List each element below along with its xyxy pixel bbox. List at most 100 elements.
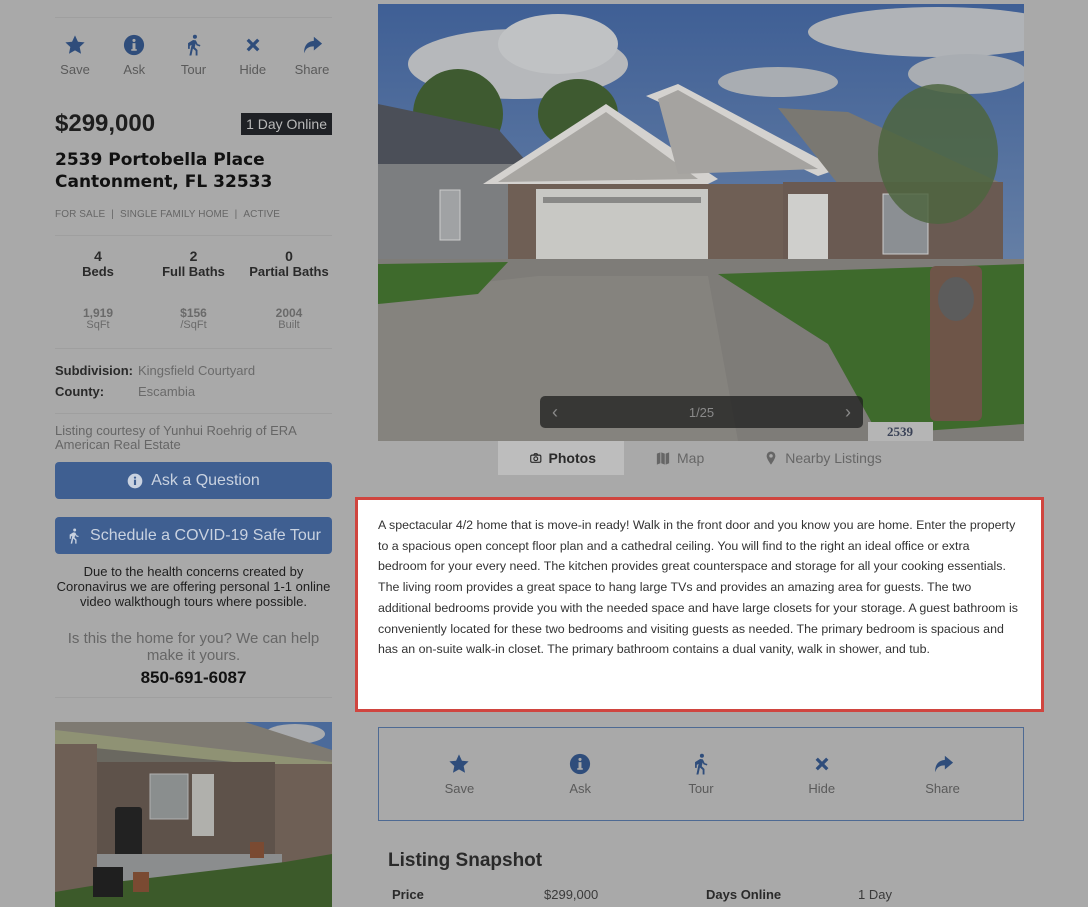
hide-label: Hide [808, 780, 836, 796]
stat-label: Built [278, 319, 300, 331]
action-bar: Save Ask Tour Hide Share [55, 34, 332, 77]
share-button[interactable]: Share [913, 753, 973, 796]
listing-tags: FOR SALE | SINGLE FAMILY HOME | ACTIVE [55, 209, 280, 220]
share-icon [934, 755, 953, 772]
map-pin-icon [766, 451, 776, 465]
save-label: Save [60, 62, 90, 77]
secondary-stats: 1,919 SqFt $156 /SqFt 2004 Built [55, 307, 332, 331]
divider [55, 235, 332, 236]
listing-photo: 2539 [378, 4, 1024, 441]
subdivision-value: Kingsfield Courtyard [138, 363, 256, 378]
listing-address: 2539 Portobella Place Cantonment, FL 325… [55, 149, 332, 193]
photo-pager: ‹ 1/25 › [540, 396, 863, 428]
subdivision-label: Subdivision: [55, 363, 133, 378]
tag-type: SINGLE FAMILY HOME [119, 209, 229, 220]
stat-label: /SqFt [180, 319, 207, 331]
tab-map-label: Map [677, 450, 705, 466]
divider [55, 413, 332, 414]
media-tabs: Photos Map Nearby Listings [498, 441, 910, 475]
price-row: $299,000 1 Day Online [55, 110, 332, 138]
stat-value: $156 [180, 306, 207, 320]
info-icon [124, 34, 145, 56]
tour-label: Tour [180, 62, 207, 77]
stat-value: 0 [285, 248, 293, 264]
tag-state: ACTIVE [243, 209, 281, 220]
stat-label: SqFt [86, 319, 110, 331]
share-icon [304, 36, 323, 54]
photo-gallery[interactable]: 2539 ‹ 1/25 › [378, 4, 1024, 441]
patio-photo-thumbnail[interactable] [55, 722, 332, 907]
tab-map[interactable]: Map [624, 441, 732, 475]
hide-button[interactable]: Hide [792, 753, 852, 796]
hide-label: Hide [239, 62, 267, 77]
ask-question-label: Ask a Question [151, 471, 260, 489]
curb-address-number: 2539 [887, 424, 914, 439]
camera-icon [530, 453, 542, 463]
subdivision-row: Subdivision: Kingsfield Courtyard [55, 363, 255, 378]
divider [55, 17, 332, 18]
listing-description: A spectacular 4/2 home that is move-in r… [355, 497, 1044, 712]
days-online-badge: 1 Day Online [241, 113, 332, 135]
stat-label: Beds [82, 264, 114, 279]
close-icon [815, 757, 829, 770]
ask-label: Ask [123, 62, 146, 77]
save-button[interactable]: Save [429, 753, 489, 796]
hide-button[interactable]: Hide [233, 34, 273, 77]
tab-photos[interactable]: Photos [498, 441, 624, 475]
schedule-tour-button[interactable]: Schedule a COVID-19 Safe Tour [55, 517, 332, 554]
share-button[interactable]: Share [292, 34, 332, 77]
help-text: Is this the home for you? We can help ma… [67, 630, 320, 664]
stat-price-per-sqft: $156 /SqFt [151, 307, 237, 331]
stat-label: Full Baths [162, 264, 225, 279]
schedule-tour-label: Schedule a COVID-19 Safe Tour [90, 526, 321, 544]
tag-separator: | [111, 209, 114, 220]
chevron-right-icon[interactable]: › [845, 402, 851, 423]
snapshot-key: Days Online [706, 887, 782, 902]
listing-price: $299,000 [55, 110, 156, 137]
covid-note: Due to the health concerns created by Co… [56, 564, 331, 609]
ask-button[interactable]: Ask [114, 34, 154, 77]
address-line-2: Cantonment, FL 32533 [55, 172, 273, 192]
close-icon [246, 38, 260, 52]
stat-value: 1,919 [82, 306, 114, 320]
ask-label: Ask [569, 780, 592, 796]
stat-full-baths: 2 Full Baths [151, 248, 237, 280]
snapshot-price-value: $299,000 [544, 887, 598, 902]
info-icon [127, 473, 143, 488]
tour-button[interactable]: Tour [671, 753, 731, 796]
county-label: County: [55, 384, 105, 399]
walking-icon [695, 753, 708, 774]
star-icon [65, 35, 85, 54]
ask-button[interactable]: Ask [550, 753, 610, 796]
tour-button[interactable]: Tour [174, 34, 214, 77]
save-label: Save [444, 780, 475, 796]
agent-phone[interactable]: 850-691-6087 [55, 668, 332, 688]
tour-label: Tour [688, 780, 714, 796]
photo-counter: 1/25 [688, 404, 715, 420]
tag-status: FOR SALE [55, 209, 106, 220]
walking-icon [187, 34, 200, 56]
listing-courtesy: Listing courtesy of Yunhui Roehrig of ER… [55, 423, 297, 452]
snapshot-price-key: Price [392, 887, 424, 902]
patio-photo [55, 722, 332, 907]
info-icon [570, 753, 591, 774]
address-line-1: 2539 Portobella Place [55, 150, 265, 170]
map-icon [656, 452, 670, 465]
snapshot-days-value: 1 Day [858, 887, 892, 902]
tab-nearby-listings[interactable]: Nearby Listings [732, 441, 910, 475]
snapshot-value: 1 Day [858, 887, 892, 902]
stat-beds: 4 Beds [55, 248, 141, 280]
share-label: Share [294, 62, 330, 77]
stat-value: 2004 [275, 306, 303, 320]
action-bar-main: Save Ask Tour Hide Share [378, 727, 1024, 821]
chevron-left-icon[interactable]: ‹ [552, 402, 558, 423]
share-label: Share [925, 780, 960, 796]
snapshot-days-key: Days Online [706, 887, 781, 902]
ask-question-button[interactable]: Ask a Question [55, 462, 332, 499]
save-button[interactable]: Save [55, 34, 95, 77]
stat-value: 4 [94, 248, 102, 264]
snapshot-key: Price [392, 887, 424, 902]
county-row: County: Escambia [55, 384, 195, 399]
stat-sqft: 1,919 SqFt [55, 307, 141, 331]
star-icon [449, 753, 470, 773]
